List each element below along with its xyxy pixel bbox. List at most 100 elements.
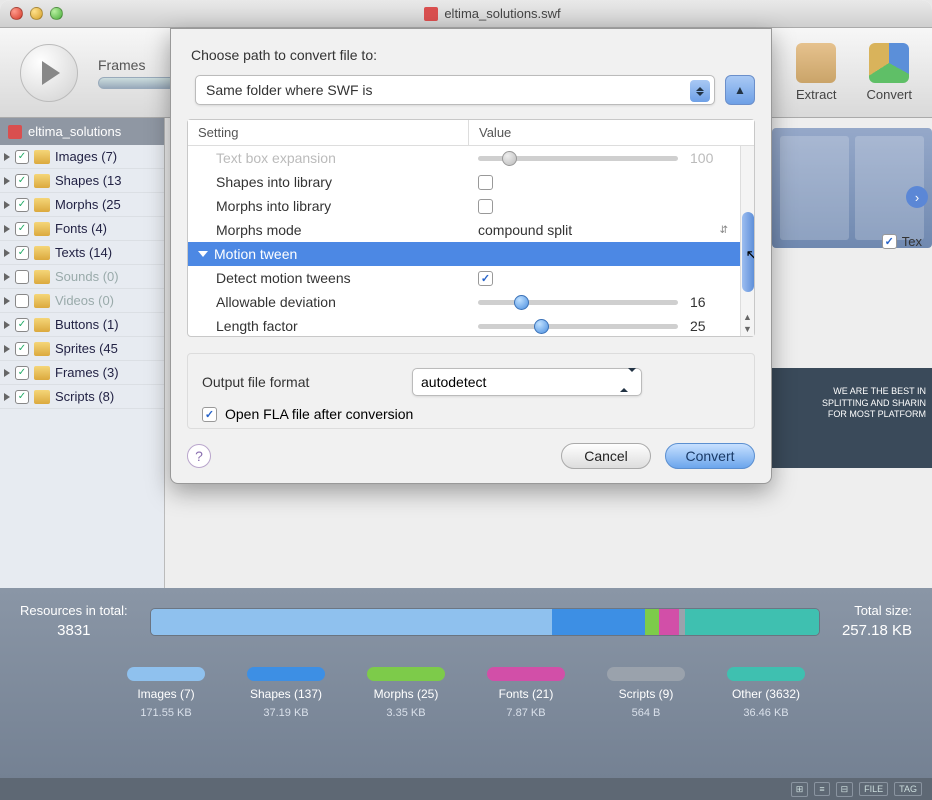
play-icon [42, 61, 60, 85]
folder-icon [34, 294, 50, 308]
total-size-value: 257.18 KB [842, 620, 912, 641]
output-format-dropdown[interactable]: autodetect [412, 368, 642, 396]
folder-icon [34, 246, 50, 260]
setting-row-shapes-library: Shapes into library [188, 170, 754, 194]
sidebar-item[interactable]: ✓Scripts (8) [0, 385, 164, 409]
help-button[interactable]: ? [187, 444, 211, 468]
sidebar-item[interactable]: Sounds (0) [0, 265, 164, 289]
path-dropdown[interactable]: Same folder where SWF is [195, 75, 715, 105]
sidebar-item[interactable]: ✓Buttons (1) [0, 313, 164, 337]
checkbox-icon[interactable]: ✓ [15, 246, 29, 260]
legend-item: Fonts (21)7.87 KB [487, 667, 565, 719]
status-chip[interactable]: ⊞ [791, 782, 809, 797]
video-preview[interactable]: WE ARE THE BEST IN SPLITTING AND SHARIN … [772, 368, 932, 468]
usage-segment [659, 609, 679, 635]
checkbox-icon [202, 407, 217, 422]
scroll-down-icon[interactable]: ▼ [743, 324, 752, 334]
sidebar-item-label: Sounds (0) [55, 269, 119, 284]
setting-group-motion-tween[interactable]: Motion tween [188, 242, 754, 266]
slider[interactable] [478, 300, 678, 305]
open-after-checkbox-row[interactable]: Open FLA file after conversion [194, 400, 748, 424]
thumbnail[interactable] [780, 136, 849, 240]
slider[interactable] [478, 156, 678, 161]
checkbox-icon[interactable]: ✓ [15, 150, 29, 164]
folder-icon [34, 366, 50, 380]
checkbox-icon[interactable]: ✓ [15, 342, 29, 356]
checkbox-icon[interactable] [15, 294, 29, 308]
folder-icon [34, 318, 50, 332]
legend-name: Images (7) [137, 687, 194, 701]
footer-summary: Resources in total: 3831 Total size: 257… [0, 588, 932, 788]
checkbox[interactable] [478, 271, 493, 286]
swf-file-icon [424, 7, 438, 21]
convert-dialog: Choose path to convert file to: Same fol… [170, 28, 772, 484]
disclosure-triangle-icon [4, 201, 10, 209]
checkbox-icon[interactable]: ✓ [15, 318, 29, 332]
settings-scrollbar[interactable]: ▲ ▼ ↖ [740, 146, 754, 336]
sidebar-root[interactable]: eltima_solutions [0, 118, 164, 145]
setting-label: Allowable deviation [188, 294, 468, 310]
legend-item: Images (7)171.55 KB [127, 667, 205, 719]
sidebar-item[interactable]: ✓Frames (3) [0, 361, 164, 385]
output-format-value: autodetect [421, 374, 486, 390]
checkbox-icon[interactable]: ✓ [15, 198, 29, 212]
checkbox[interactable] [478, 199, 493, 214]
sidebar-item[interactable]: ✓ Morphs (25 [0, 193, 164, 217]
group-label: Motion tween [214, 246, 297, 262]
thumbnails-next-button[interactable]: › [906, 186, 928, 208]
status-file[interactable]: FILE [859, 782, 888, 796]
morphs-mode-select[interactable]: compound split⇵ [478, 222, 728, 238]
tex-checkbox-row[interactable]: Tex [882, 234, 922, 249]
sidebar-item[interactable]: Videos (0) [0, 289, 164, 313]
legend-name: Other (3632) [732, 687, 800, 701]
cancel-button[interactable]: Cancel [561, 443, 651, 469]
sidebar-item[interactable]: ✓ Fonts (4) [0, 217, 164, 241]
disclosure-triangle-icon [198, 251, 208, 257]
checkbox-icon [882, 234, 897, 249]
sidebar-item[interactable]: ✓Images (7) [0, 145, 164, 169]
disclosure-triangle-icon [4, 273, 10, 281]
setting-label: Length factor [188, 318, 468, 334]
checkbox[interactable] [478, 175, 493, 190]
status-chip[interactable]: ⊟ [836, 782, 854, 797]
setting-value: 25 [690, 318, 706, 334]
swf-file-icon [8, 125, 22, 139]
convert-button[interactable]: Convert [665, 443, 755, 469]
extract-tool[interactable]: Extract [796, 43, 836, 102]
setting-label: Text box expansion [188, 150, 468, 166]
window-zoom-button[interactable] [50, 7, 63, 20]
checkbox-icon[interactable]: ✓ [15, 390, 29, 404]
folder-icon [34, 342, 50, 356]
slider[interactable] [478, 324, 678, 329]
folder-icon [34, 198, 50, 212]
usage-segment [645, 609, 658, 635]
value-column-header: Value [468, 120, 754, 145]
checkbox-icon[interactable]: ✓ [15, 222, 29, 236]
status-tag[interactable]: TAG [894, 782, 922, 796]
scroll-up-icon[interactable]: ▲ [743, 312, 752, 322]
sidebar-item[interactable]: ✓Texts (14) [0, 241, 164, 265]
disclosure-triangle-icon [4, 297, 10, 305]
folder-icon [34, 150, 50, 164]
play-button[interactable] [20, 44, 78, 102]
window-close-button[interactable] [10, 7, 23, 20]
disclosure-triangle-icon [4, 345, 10, 353]
sidebar-item[interactable]: ✓Shapes (13 [0, 169, 164, 193]
legend-item: Scripts (9)564 B [607, 667, 685, 719]
checkbox-icon[interactable]: ✓ [15, 366, 29, 380]
status-chip[interactable]: ≡ [814, 782, 829, 796]
checkbox-icon[interactable] [15, 270, 29, 284]
output-format-label: Output file format [202, 374, 394, 390]
convert-tool[interactable]: Convert [866, 43, 912, 102]
sidebar-item[interactable]: ✓Sprites (45 [0, 337, 164, 361]
reveal-up-button[interactable]: ▲ [725, 75, 755, 105]
legend-swatch [487, 667, 565, 681]
sidebar-item-label: Fonts (4) [55, 221, 107, 236]
sidebar-item-label: Morphs (25 [55, 197, 121, 212]
legend-name: Morphs (25) [374, 687, 439, 701]
setting-value: 16 [690, 294, 706, 310]
legend-swatch [247, 667, 325, 681]
setting-column-header: Setting [188, 120, 468, 145]
checkbox-icon[interactable]: ✓ [15, 174, 29, 188]
window-minimize-button[interactable] [30, 7, 43, 20]
